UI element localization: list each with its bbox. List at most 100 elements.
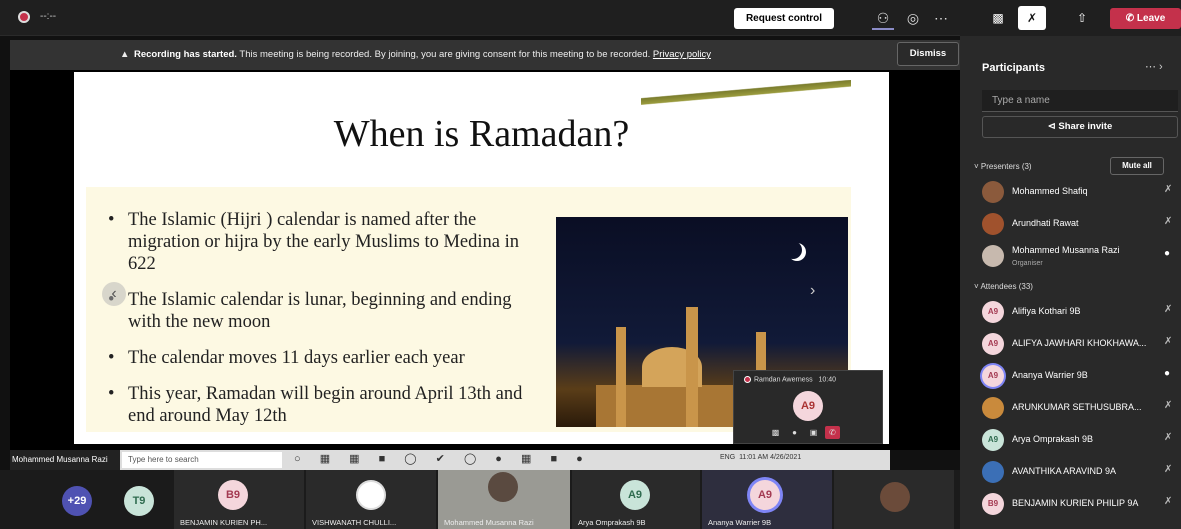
recording-notice-banner: ▲ Recording has started. This meeting is… xyxy=(10,40,960,70)
bullet-item: This year, Ramadan will begin around Apr… xyxy=(106,383,536,427)
mic-muted-icon: ✗ xyxy=(1164,400,1173,411)
mini-window-title-bar: Ramdan Awerness 10:40 xyxy=(744,376,836,383)
participant-row[interactable]: A9 Alifiya Kothari 9B ✗ xyxy=(982,296,1181,328)
avatar: A9 xyxy=(750,480,780,510)
leave-label: Leave xyxy=(1136,13,1166,24)
participant-row[interactable]: A9 Arya Omprakash 9B ✗ xyxy=(982,424,1181,456)
gallery-tile[interactable]: B9 BENJAMIN KURIEN PH... xyxy=(174,470,304,529)
mic-icon: ● xyxy=(1164,248,1171,259)
mini-controls: ▩ ● ▣ ✆ xyxy=(768,426,840,439)
avatar xyxy=(982,213,1004,235)
tray-clock: 11:01 AM xyxy=(739,454,769,461)
warning-icon: ▲ xyxy=(120,49,130,60)
participant-row[interactable]: B9 BENJAMIN KURIEN PHILIP 9A ✗ xyxy=(982,488,1181,520)
taskbar-search[interactable]: Type here to search xyxy=(122,452,282,468)
avatar: T9 xyxy=(124,486,154,516)
participant-name: ALIFYA JAWHARI KHOKHAWA... xyxy=(1012,338,1147,348)
camera-off-icon[interactable]: ▩ xyxy=(984,6,1012,30)
bullet-item: The calendar moves 11 days earlier each … xyxy=(106,347,536,369)
participant-row[interactable]: A9 Ananya Warrier 9B ● xyxy=(982,360,1181,392)
mic-icon[interactable]: ● xyxy=(787,426,802,439)
taskbar-app-icons[interactable]: ○ ▦ ▦ ■ ◯ ✔ ◯ ● ▦ ■ ● xyxy=(294,452,591,465)
mic-muted-icon: ✗ xyxy=(1164,432,1173,443)
meeting-timer: --:-- xyxy=(40,11,57,22)
participants-panel: Participants ⋯ › Type a name ⊲ Share inv… xyxy=(960,36,1181,529)
avatar xyxy=(982,245,1004,267)
participant-search-input[interactable]: Type a name xyxy=(982,90,1178,112)
participant-row[interactable]: AVANTHIKA ARAVIND 9A ✗ xyxy=(982,456,1181,488)
slide-prev-icon[interactable]: ‹ xyxy=(102,282,126,306)
teams-meeting-window: --:-- Request control ⚇ ◎ ⋯ ▩ ✗ ⇧ ✆ Leav… xyxy=(0,0,1181,529)
gallery-tile[interactable]: A9 Arya Omprakash 9B xyxy=(572,470,700,529)
participant-name: Alifiya Kothari 9B xyxy=(1012,306,1081,316)
participant-name: ARUNKUMAR SETHUSUBRA... xyxy=(1012,402,1142,412)
camera-icon[interactable]: ▩ xyxy=(768,426,783,439)
gallery-tile[interactable]: A9 Ananya Warrier 9B xyxy=(702,470,832,529)
dismiss-button[interactable]: Dismiss xyxy=(897,42,959,66)
system-tray: ENG 11:01 AM 4/26/2021 xyxy=(720,454,801,461)
presenters-heading[interactable]: ˅ Presenters (3) xyxy=(974,162,1032,171)
mini-window-title: Ramdan Awerness xyxy=(754,376,813,384)
avatar: B9 xyxy=(982,493,1004,515)
hangup-icon[interactable]: ✆ xyxy=(825,426,840,439)
share-tray-icon[interactable]: ⇧ xyxy=(1068,6,1096,30)
avatar: A9 xyxy=(982,333,1004,355)
tray-date: 4/26/2021 xyxy=(770,454,802,461)
leave-button[interactable]: ✆ Leave xyxy=(1110,8,1181,29)
privacy-policy-link[interactable]: Privacy policy xyxy=(653,49,711,60)
mic-muted-icon[interactable]: ✗ xyxy=(1018,6,1046,30)
avatar xyxy=(356,480,386,510)
presenters-heading-label: Presenters (3) xyxy=(980,162,1032,171)
tray-lang: ENG xyxy=(720,454,736,461)
recording-dot-icon xyxy=(744,376,751,383)
presenter-name-label: Mohammed Musanna Razi xyxy=(10,450,120,470)
tile-label: BENJAMIN KURIEN PH... xyxy=(180,518,268,527)
share-icon[interactable]: ▣ xyxy=(806,426,821,439)
gallery-tile[interactable] xyxy=(834,470,954,529)
mute-all-button[interactable]: Mute all xyxy=(1110,157,1164,175)
notice-bold: Recording has started. xyxy=(134,49,237,60)
slide-next-icon[interactable]: › xyxy=(810,282,815,300)
gallery-tile-video[interactable]: Mohammed Musanna Razi xyxy=(438,470,570,529)
participant-name: Arya Omprakash 9B xyxy=(1012,434,1094,444)
avatar: A9 xyxy=(982,429,1004,451)
participant-row[interactable]: Mohammed Musanna Razi Organiser ● xyxy=(982,240,1181,272)
call-controls: ▩ ✗ ⇧ ✆ Leave xyxy=(960,0,1181,36)
slide-title: When is Ramadan? xyxy=(333,113,630,155)
participant-gallery: +29 T9 B9 BENJAMIN KURIEN PH... VISHWANAT… xyxy=(0,470,960,529)
participant-row[interactable]: A9 ALIFYA JAWHARI KHOKHAWA... ✗ xyxy=(982,328,1181,360)
crescent-moon-icon xyxy=(784,241,802,259)
participants-toggle-icon[interactable]: ⚇ xyxy=(872,8,894,30)
tile-label: VISHWANATH CHULLI... xyxy=(312,518,397,527)
panel-title: Participants xyxy=(982,62,1045,74)
tile-label: Ananya Warrier 9B xyxy=(708,518,772,527)
chat-icon[interactable]: ◎ xyxy=(902,8,924,28)
attendees-heading[interactable]: ˅ Attendees (33) xyxy=(974,282,1033,291)
mini-window-time: 10:40 xyxy=(818,376,836,384)
participant-row[interactable]: Mohammed Shafiq ✗ xyxy=(982,176,1181,208)
participant-role: Organiser xyxy=(1012,260,1043,267)
request-control-button[interactable]: Request control xyxy=(734,8,834,29)
more-options-icon[interactable]: ⋯ › xyxy=(1145,60,1163,73)
participant-row[interactable]: ARUNKUMAR SETHUSUBRA... ✗ xyxy=(982,392,1181,424)
participant-name: AVANTHIKA ARAVIND 9A xyxy=(1012,466,1117,476)
participant-name: Ananya Warrier 9B xyxy=(1012,370,1088,380)
participant-name: Mohammed Musanna Razi xyxy=(1012,245,1120,255)
more-actions-icon[interactable]: ⋯ xyxy=(930,8,952,28)
share-invite-label: Share invite xyxy=(1058,121,1113,132)
gallery-tile[interactable]: T9 xyxy=(100,470,172,529)
gallery-tile[interactable]: VISHWANATH CHULLI... xyxy=(306,470,436,529)
share-icon: ⊲ xyxy=(1047,121,1056,132)
overflow-count: +29 xyxy=(62,486,92,516)
mic-muted-icon: ✗ xyxy=(1164,216,1173,227)
mini-call-window[interactable]: Ramdan Awerness 10:40 A9 ▩ ● ▣ ✆ xyxy=(733,370,883,444)
meeting-toolbar: --:-- Request control ⚇ ◎ ⋯ xyxy=(0,0,960,36)
share-invite-button[interactable]: ⊲ Share invite xyxy=(982,116,1178,138)
bullet-item: The Islamic calendar is lunar, beginning… xyxy=(106,289,536,333)
slide-bullets: The Islamic (Hijri ) calendar is named a… xyxy=(106,209,536,441)
minaret xyxy=(686,307,698,427)
participant-row[interactable]: Arundhati Rawat ✗ xyxy=(982,208,1181,240)
avatar xyxy=(880,482,910,512)
windows-taskbar: Mohammed Musanna Razi Type here to searc… xyxy=(10,450,890,470)
notice-text-wrap: Recording has started. This meeting is b… xyxy=(120,49,711,60)
